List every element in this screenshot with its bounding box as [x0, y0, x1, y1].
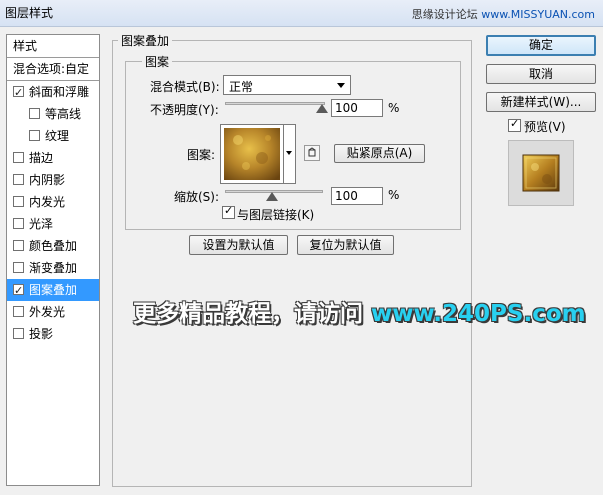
- subgroup-title: 图案: [142, 53, 173, 70]
- watermark-text: 思缘设计论坛 www.MISSYUAN.com: [412, 6, 595, 22]
- style-checkbox[interactable]: [29, 108, 40, 119]
- style-item-label: 纹理: [45, 129, 70, 143]
- style-checkbox[interactable]: [13, 174, 24, 185]
- watermark-prefix: 思缘设计论坛: [411, 8, 482, 21]
- link-layer-label[interactable]: 与图层链接(K): [237, 206, 314, 223]
- style-checkbox[interactable]: [13, 328, 24, 339]
- gold-preview-icon: [522, 154, 560, 192]
- style-item-label: 光泽: [29, 217, 54, 231]
- style-checkbox[interactable]: [13, 306, 24, 317]
- style-list-item[interactable]: 渐变叠加: [7, 257, 99, 279]
- style-list-item[interactable]: 内发光: [7, 191, 99, 213]
- window-title: 图层样式: [5, 6, 54, 20]
- blend-mode-dropdown[interactable]: 正常: [223, 75, 351, 95]
- new-preset-button[interactable]: [304, 145, 320, 161]
- style-list-item[interactable]: 图案叠加: [7, 279, 99, 302]
- style-checkbox[interactable]: [13, 218, 24, 229]
- watermark-site: www.MISSYUAN.com: [481, 8, 595, 21]
- blend-mode-value: 正常: [229, 80, 254, 94]
- style-checkbox[interactable]: [13, 196, 24, 207]
- scale-input[interactable]: 100: [331, 187, 383, 205]
- scale-percent: %: [388, 188, 400, 202]
- style-item-label: 外发光: [29, 305, 66, 319]
- chevron-down-icon: [286, 151, 292, 155]
- set-default-button[interactable]: 设置为默认值: [189, 235, 288, 255]
- style-preview-thumbnail: [508, 140, 574, 206]
- style-item-label: 颜色叠加: [29, 239, 78, 253]
- preview-label[interactable]: 预览(V): [524, 118, 566, 135]
- style-list-item[interactable]: 斜面和浮雕: [7, 81, 99, 104]
- style-item-label: 渐变叠加: [29, 261, 78, 275]
- preview-checkbox[interactable]: ✓: [508, 117, 521, 132]
- new-preset-icon: [308, 147, 316, 157]
- pattern-label: 图案:: [187, 148, 216, 162]
- style-list-item[interactable]: 等高线: [7, 103, 99, 125]
- style-checkbox[interactable]: [13, 82, 24, 104]
- style-item-label: 描边: [29, 151, 54, 165]
- pattern-picker-arrow[interactable]: [284, 124, 296, 184]
- opacity-slider-thumb[interactable]: [316, 104, 328, 113]
- style-item-label: 斜面和浮雕: [29, 85, 90, 99]
- checkmark-icon: ✓: [224, 204, 234, 217]
- scale-slider-thumb[interactable]: [266, 192, 278, 201]
- style-checkbox[interactable]: [13, 280, 24, 302]
- style-checkbox[interactable]: [13, 152, 24, 163]
- snap-to-origin-button[interactable]: 贴紧原点(A): [334, 144, 425, 163]
- style-list-item[interactable]: 纹理: [7, 125, 99, 147]
- chevron-down-icon: [337, 83, 345, 88]
- style-item-label: 投影: [29, 327, 54, 341]
- promo-text: 更多精品教程，请访问: [133, 301, 372, 327]
- style-list-item[interactable]: 内阴影: [7, 169, 99, 191]
- style-checkbox[interactable]: [13, 240, 24, 251]
- cancel-button[interactable]: 取消: [486, 64, 596, 84]
- promo-banner: 更多精品教程，请访问 www.240PS.com: [133, 294, 586, 328]
- checkmark-icon: ✓: [510, 117, 520, 130]
- style-item-label: 图案叠加: [29, 283, 78, 297]
- opacity-label: 不透明度(Y):: [150, 103, 219, 117]
- style-list-item[interactable]: 描边: [7, 147, 99, 169]
- pattern-swatch[interactable]: [220, 124, 284, 184]
- style-item-label: 内发光: [29, 195, 66, 209]
- style-list-item[interactable]: 光泽: [7, 213, 99, 235]
- opacity-slider-track[interactable]: [225, 102, 325, 105]
- style-list-item[interactable]: 外发光: [7, 301, 99, 323]
- group-title: 图案叠加: [118, 32, 173, 49]
- ok-button[interactable]: 确定: [486, 35, 596, 56]
- scale-label: 缩放(S):: [174, 190, 220, 204]
- opacity-input[interactable]: 100: [331, 99, 383, 117]
- gold-pattern-icon: [224, 128, 280, 180]
- blend-mode-label: 混合模式(B):: [150, 80, 220, 94]
- style-item-label: 内阴影: [29, 173, 66, 187]
- blend-options-item[interactable]: 混合选项:自定: [7, 58, 99, 80]
- styles-header[interactable]: 样式: [7, 35, 99, 57]
- style-item-label: 等高线: [45, 107, 82, 121]
- style-checkbox[interactable]: [13, 262, 24, 273]
- new-style-button[interactable]: 新建样式(W)...: [486, 92, 596, 112]
- style-list-item[interactable]: 投影: [7, 323, 99, 345]
- link-layer-checkbox[interactable]: ✓: [222, 204, 235, 219]
- promo-url: www.240PS.com: [371, 301, 586, 327]
- opacity-percent: %: [388, 101, 400, 115]
- style-list-panel: 样式 混合选项:自定 斜面和浮雕等高线纹理描边内阴影内发光光泽颜色叠加渐变叠加图…: [6, 34, 100, 486]
- style-checkbox[interactable]: [29, 130, 40, 141]
- style-list-item[interactable]: 颜色叠加: [7, 235, 99, 257]
- reset-default-button[interactable]: 复位为默认值: [297, 235, 394, 255]
